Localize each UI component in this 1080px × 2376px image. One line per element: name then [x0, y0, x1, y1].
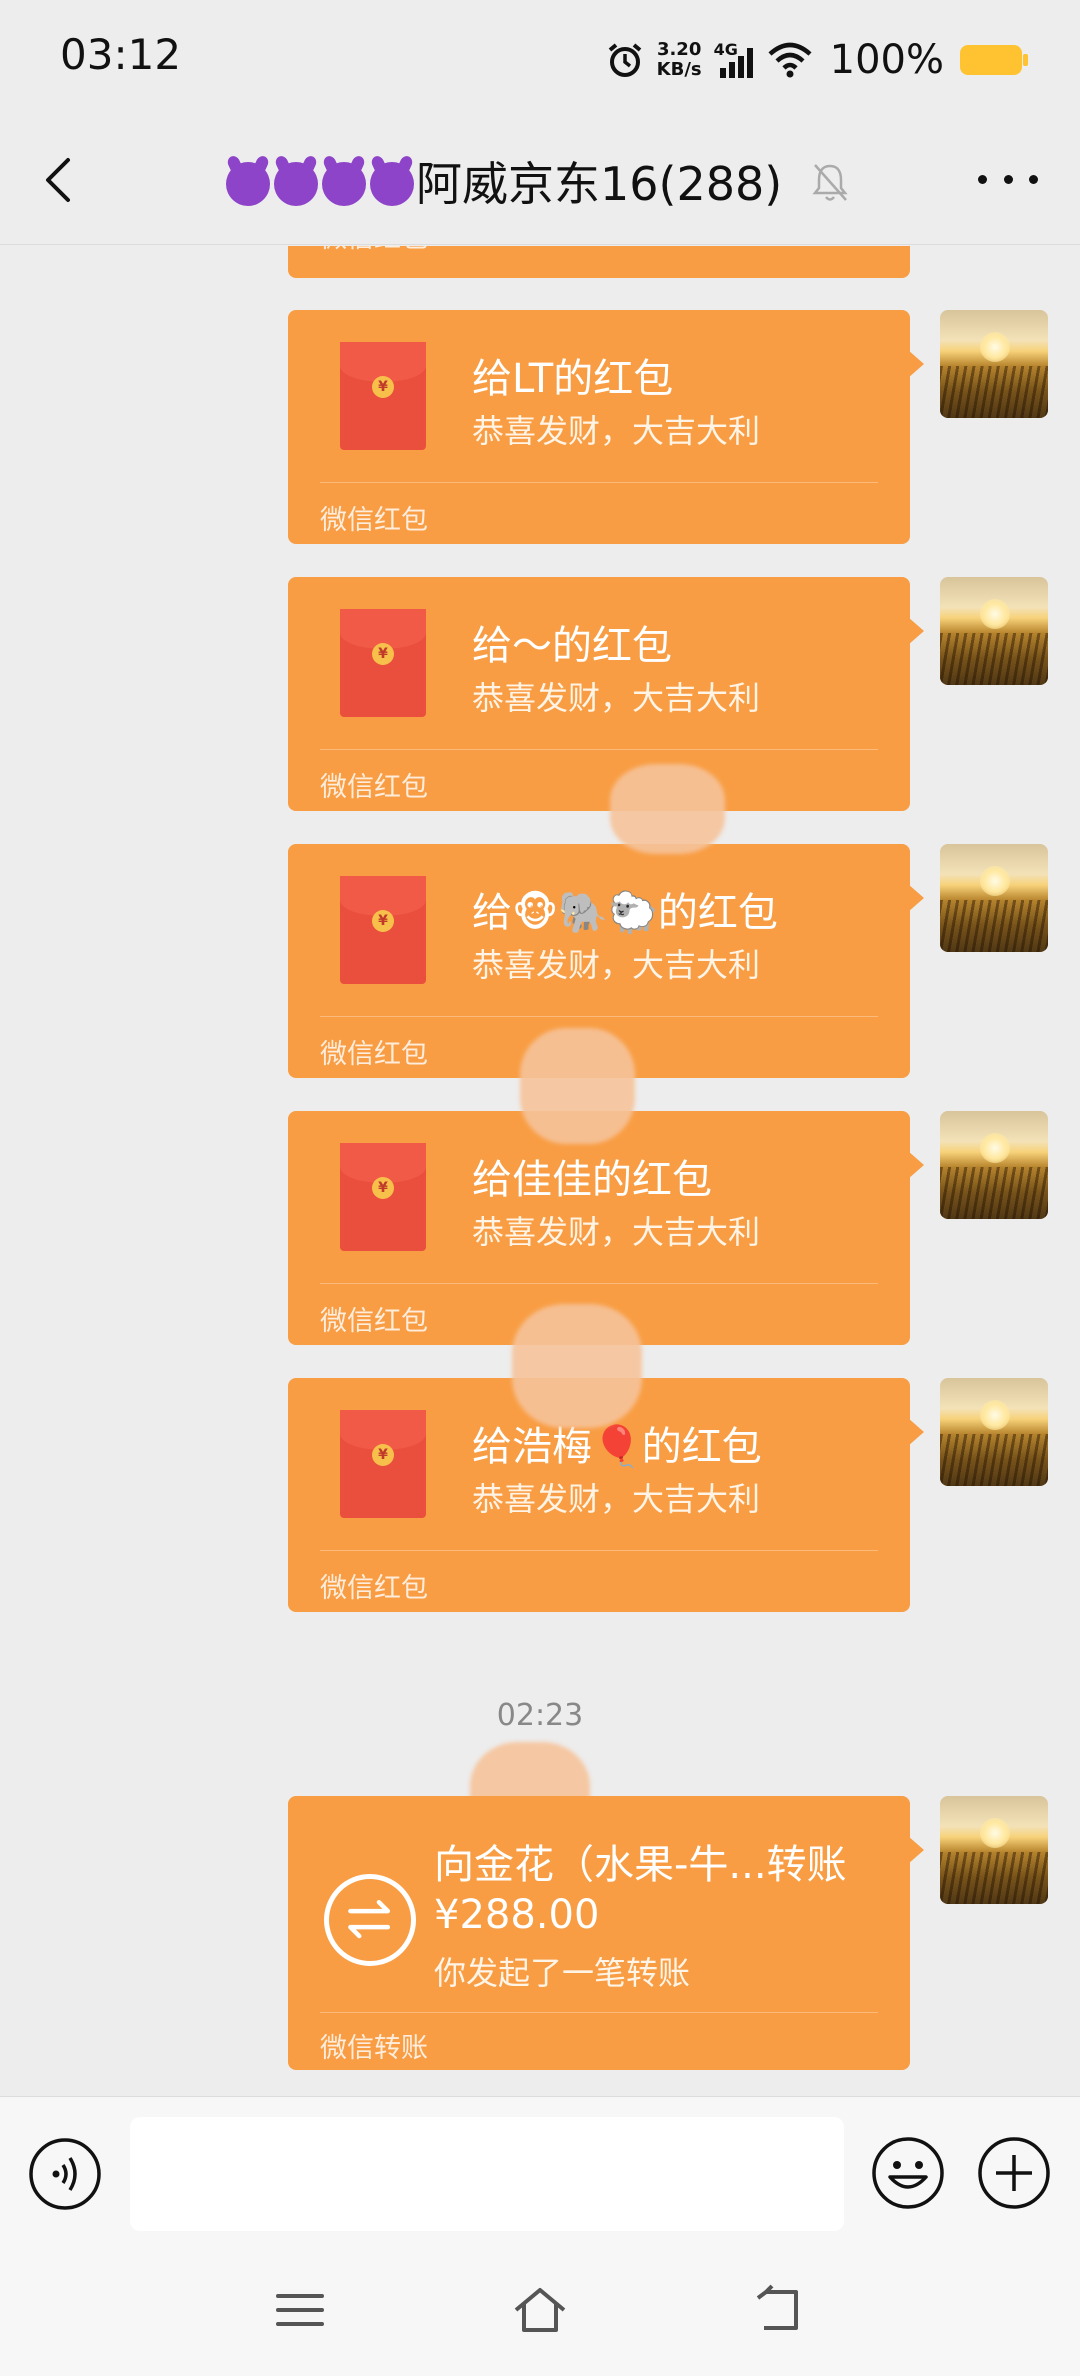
home-nav-button[interactable]	[510, 2282, 570, 2338]
redaction-scribble	[610, 764, 725, 854]
back-nav-button[interactable]	[750, 2282, 810, 2338]
red-packet-icon: ¥	[340, 609, 426, 717]
avatar[interactable]	[940, 310, 1048, 418]
redaction-scribble	[520, 1028, 635, 1144]
smiling-devil-icon	[370, 162, 414, 206]
avatar[interactable]	[940, 1111, 1048, 1219]
alarm-icon	[608, 43, 641, 77]
input-bar	[0, 2096, 1080, 2250]
message-input[interactable]	[130, 2117, 844, 2231]
transfer-amount: ¥288.00	[434, 1892, 600, 1938]
status-bar: 03:12 3.20 KB/s 4G 100%	[0, 0, 1080, 120]
avatar[interactable]	[940, 844, 1048, 952]
bell-muted-icon	[812, 164, 848, 201]
red-packet-title: 给浩梅🎈的红包	[472, 1424, 762, 1470]
bubble-footer: 微信红包	[320, 772, 428, 803]
red-packet-icon: ¥	[340, 876, 426, 984]
signal-icon: 4G	[714, 40, 756, 80]
more-options-button[interactable]	[978, 164, 1038, 194]
menu-nav-button[interactable]	[270, 2282, 330, 2338]
bubble-footer: 微信红包	[320, 246, 428, 255]
divider	[320, 482, 878, 483]
network-speed-value: 3.20	[656, 39, 702, 60]
red-packet-title: 给LT的红包	[472, 356, 674, 402]
divider	[320, 1550, 878, 1551]
red-packet-title: 给～的红包	[472, 623, 672, 669]
chat-header: 阿威京东16(288)	[0, 120, 1080, 245]
avatar[interactable]	[940, 1378, 1048, 1486]
red-packet-title: 给佳佳的红包	[472, 1157, 712, 1203]
red-packet-title: 给🐵🐘🐑的红包	[472, 890, 778, 936]
transfer-subtitle: 你发起了一笔转账	[434, 1954, 691, 1992]
red-packet-bubble[interactable]: ¥ 给LT的红包 恭喜发财，大吉大利 微信红包	[288, 310, 924, 544]
divider	[320, 1283, 878, 1284]
smiling-devil-icon	[322, 162, 366, 206]
chat-title-text: 阿威京东16(288)	[416, 157, 783, 211]
battery-icon	[960, 45, 1028, 75]
red-packet-bubble[interactable]: ¥ 给～的红包 恭喜发财，大吉大利 微信红包	[288, 577, 924, 811]
system-nav-bar	[0, 2250, 1080, 2376]
voice-input-button[interactable]	[28, 2137, 102, 2211]
red-packet-subtitle: 恭喜发财，大吉大利	[472, 412, 761, 450]
bubble-footer: 微信红包	[320, 1306, 428, 1337]
more-dot	[1003, 174, 1013, 184]
red-packet-bubble-partial[interactable]: 微信红包	[288, 246, 910, 278]
avatar[interactable]	[940, 1796, 1048, 1904]
red-packet-subtitle: 恭喜发财，大吉大利	[472, 946, 761, 984]
network-speed-unit: KB/s	[656, 59, 702, 80]
divider	[320, 749, 878, 750]
back-button[interactable]	[32, 150, 92, 210]
red-packet-subtitle: 恭喜发财，大吉大利	[472, 1480, 761, 1518]
smiling-devil-icon	[226, 162, 270, 206]
emoji-button[interactable]	[870, 2135, 946, 2211]
avatar[interactable]	[940, 577, 1048, 685]
divider	[320, 2012, 878, 2013]
red-packet-icon: ¥	[340, 1410, 426, 1518]
red-packet-subtitle: 恭喜发财，大吉大利	[472, 679, 761, 717]
transfer-bubble[interactable]: 向金花（水果-牛...转账 ¥288.00 你发起了一笔转账 微信转账	[288, 1796, 924, 2070]
chat-title: 阿威京东16(288)	[226, 148, 782, 214]
more-dot	[978, 174, 987, 184]
wifi-icon	[768, 42, 812, 78]
status-time: 03:12	[60, 30, 182, 79]
transfer-icon	[324, 1874, 416, 1966]
message-list[interactable]: 微信红包 ¥ 给LT的红包 恭喜发财，大吉大利 微信红包 ¥ 给～的红包 恭喜发…	[0, 246, 1080, 2096]
battery-percent: 100%	[829, 37, 944, 83]
red-packet-icon: ¥	[340, 342, 426, 450]
redaction-scribble	[512, 1304, 642, 1428]
bubble-footer: 微信红包	[320, 1573, 428, 1604]
red-packet-icon: ¥	[340, 1143, 426, 1251]
bubble-footer: 微信转账	[320, 2033, 428, 2064]
more-functions-button[interactable]	[976, 2135, 1052, 2211]
message-timestamp: 02:23	[496, 1698, 584, 1733]
title-emojis	[226, 162, 414, 206]
divider	[320, 1016, 878, 1017]
smiling-devil-icon	[274, 162, 318, 206]
more-dot	[1029, 174, 1038, 184]
bubble-footer: 微信红包	[320, 1039, 428, 1070]
red-packet-subtitle: 恭喜发财，大吉大利	[472, 1213, 761, 1251]
bubble-footer: 微信红包	[320, 505, 428, 536]
transfer-title: 向金花（水果-牛...转账	[434, 1842, 847, 1888]
status-indicators: 3.20 KB/s 4G 100%	[605, 32, 1028, 88]
network-speed: 3.20 KB/s	[657, 40, 702, 80]
